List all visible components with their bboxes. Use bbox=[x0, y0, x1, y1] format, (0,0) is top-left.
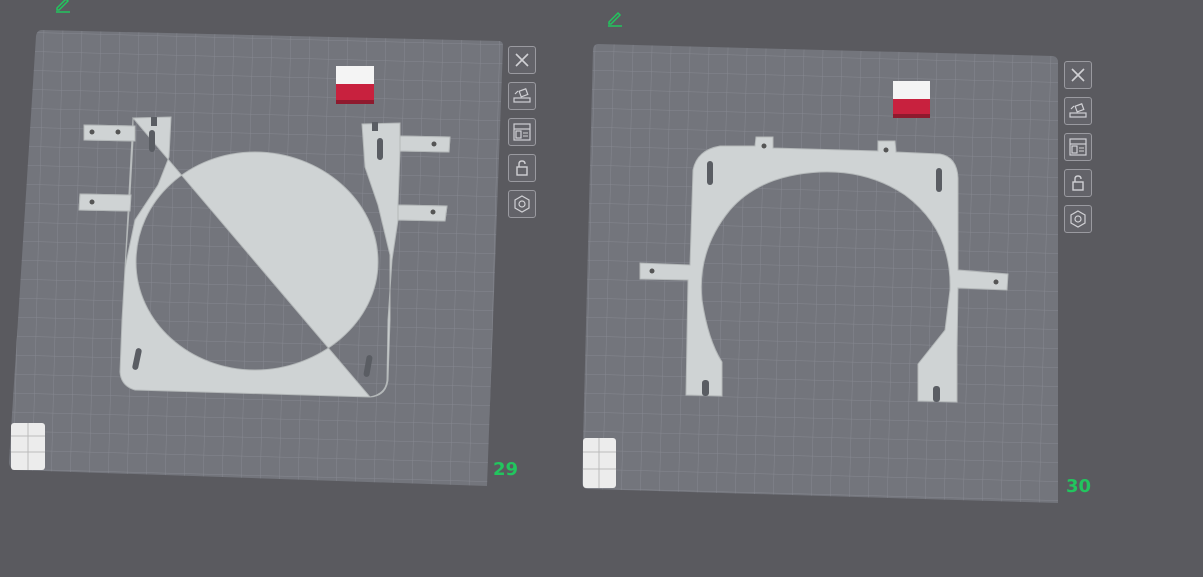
close-icon bbox=[1071, 68, 1085, 82]
arrange-icon bbox=[513, 123, 531, 141]
settings-icon bbox=[514, 195, 530, 213]
arrange-button[interactable] bbox=[508, 118, 536, 146]
plate-number-label: 29 bbox=[493, 459, 519, 480]
plate-corner-logo bbox=[11, 423, 45, 470]
auto-orient-icon bbox=[1069, 103, 1087, 118]
close-plate-button[interactable] bbox=[508, 46, 536, 74]
edit-plate-name-icon[interactable] bbox=[606, 9, 624, 27]
plate-settings-button[interactable] bbox=[1064, 205, 1092, 233]
plate-toolbar bbox=[1064, 61, 1094, 241]
arrange-button[interactable] bbox=[1064, 133, 1092, 161]
filament-color-block bbox=[336, 66, 374, 104]
plate-number-label: 30 bbox=[1066, 476, 1092, 497]
edit-plate-name-icon[interactable] bbox=[54, 0, 72, 13]
arrange-icon bbox=[1069, 138, 1087, 156]
close-icon bbox=[515, 53, 529, 67]
settings-icon bbox=[1070, 210, 1086, 228]
plate-corner-logo bbox=[583, 438, 616, 488]
lock-plate-button[interactable] bbox=[508, 154, 536, 182]
lock-icon bbox=[516, 160, 528, 176]
auto-orient-button[interactable] bbox=[508, 82, 536, 110]
build-plate-1[interactable] bbox=[0, 0, 526, 527]
close-plate-button[interactable] bbox=[1064, 61, 1092, 89]
auto-orient-button[interactable] bbox=[1064, 97, 1092, 125]
plate-toolbar bbox=[508, 46, 538, 226]
lock-icon bbox=[1072, 175, 1084, 191]
build-plate-viewport[interactable]: 29 30 bbox=[0, 0, 1203, 577]
auto-orient-icon bbox=[513, 88, 531, 103]
plate-settings-button[interactable] bbox=[508, 190, 536, 218]
lock-plate-button[interactable] bbox=[1064, 169, 1092, 197]
build-plate-2[interactable] bbox=[553, 13, 1086, 546]
filament-color-block bbox=[893, 81, 930, 118]
scene-canvas bbox=[0, 0, 1086, 546]
